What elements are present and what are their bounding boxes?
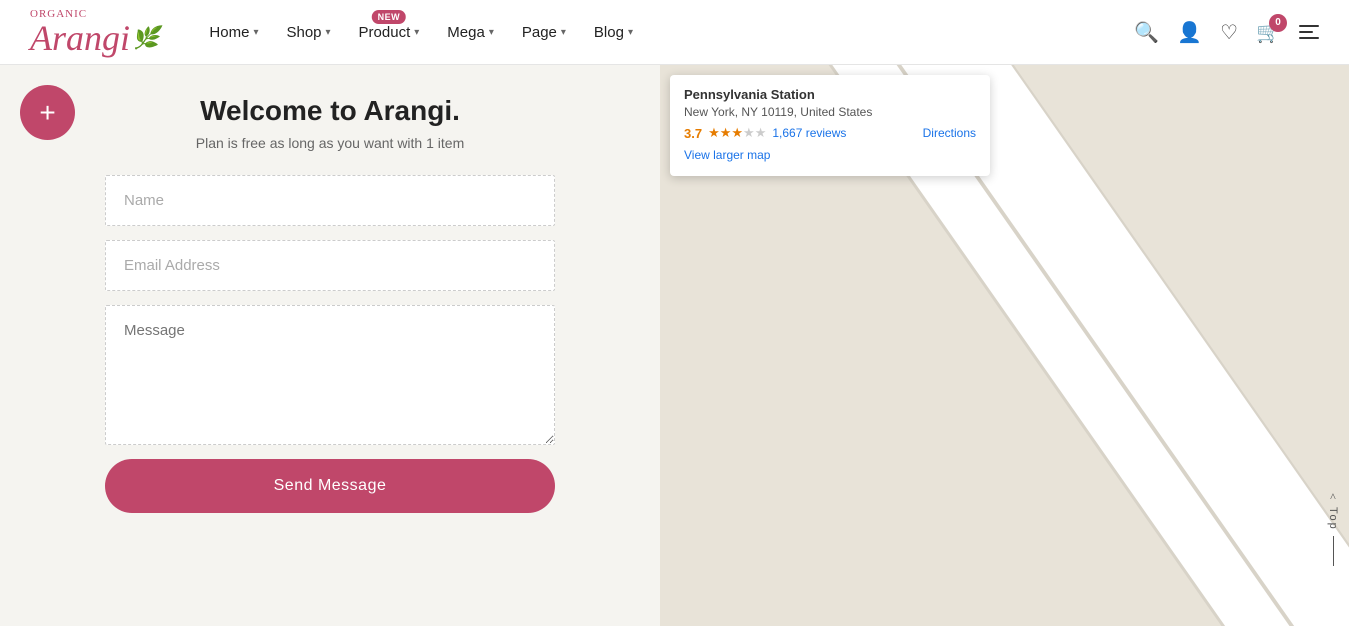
- map-place-address: New York, NY 10119, United States: [684, 105, 976, 119]
- main-content: + Welcome to Arangi. Plan is free as lon…: [0, 65, 1349, 626]
- nav-page[interactable]: Page ▾: [522, 24, 566, 41]
- reviews-count[interactable]: 1,667 reviews: [772, 126, 846, 140]
- nav-product[interactable]: NEW Product ▾: [359, 24, 420, 41]
- cart-icon-wrap[interactable]: 🛒 0: [1256, 20, 1281, 45]
- map-info-card: Pennsylvania Station New York, NY 10119,…: [670, 75, 990, 176]
- hamburger-menu[interactable]: [1299, 25, 1319, 39]
- left-panel: + Welcome to Arangi. Plan is free as lon…: [0, 65, 660, 626]
- email-input[interactable]: [105, 240, 555, 291]
- map-panel: 6t 6th Ave 6th Ave ↗ ↗ Pennsylvania Stat…: [660, 65, 1349, 626]
- logo-leaf-icon: 🌿: [132, 27, 159, 49]
- main-nav: Home ▾ Shop ▾ NEW Product ▾ Mega ▾ Page …: [209, 24, 1134, 41]
- nav-blog[interactable]: Blog ▾: [594, 24, 633, 41]
- view-larger-map[interactable]: View larger map: [684, 146, 976, 164]
- name-input[interactable]: [105, 175, 555, 226]
- chevron-down-icon: ▾: [561, 27, 566, 38]
- chevron-down-icon: ▾: [253, 27, 258, 38]
- chevron-down-icon: ▾: [628, 27, 633, 38]
- plus-button[interactable]: +: [20, 85, 75, 140]
- header-icons: 🔍 👤 ♡ 🛒 0: [1134, 20, 1319, 45]
- wishlist-icon[interactable]: ♡: [1220, 20, 1238, 45]
- menu-line-2: [1299, 31, 1313, 33]
- header: organic Arangi 🌿 Home ▾ Shop ▾ NEW Produ…: [0, 0, 1349, 65]
- logo[interactable]: organic Arangi 🌿: [30, 9, 159, 56]
- send-message-button[interactable]: Send Message: [105, 459, 555, 513]
- message-textarea[interactable]: [105, 305, 555, 445]
- welcome-subtitle: Plan is free as long as you want with 1 …: [196, 135, 464, 151]
- scroll-line: [1333, 536, 1334, 566]
- logo-name: Arangi 🌿: [30, 20, 159, 56]
- chevron-up-icon: ^: [1330, 490, 1336, 505]
- stars-icon: ★★★★★: [708, 125, 766, 141]
- map-container: 6t 6th Ave 6th Ave ↗ ↗ Pennsylvania Stat…: [660, 65, 1349, 626]
- chevron-down-icon: ▾: [489, 27, 494, 38]
- welcome-title: Welcome to Arangi.: [200, 95, 460, 127]
- cart-badge: 0: [1269, 14, 1287, 32]
- map-place-title: Pennsylvania Station: [684, 87, 976, 102]
- nav-shop[interactable]: Shop ▾: [286, 24, 330, 41]
- nav-home[interactable]: Home ▾: [209, 24, 258, 41]
- rating-value: 3.7: [684, 126, 702, 141]
- chevron-down-icon: ▾: [414, 27, 419, 38]
- map-info-row: 3.7 ★★★★★ 1,667 reviews Directions: [684, 125, 976, 141]
- map-rating: 3.7 ★★★★★ 1,667 reviews: [684, 125, 846, 141]
- scroll-top-label: Top: [1327, 507, 1339, 531]
- scroll-to-top[interactable]: ^ Top: [1327, 490, 1339, 566]
- search-icon[interactable]: 🔍: [1134, 20, 1159, 45]
- chevron-down-icon: ▾: [326, 27, 331, 38]
- user-icon[interactable]: 👤: [1177, 20, 1202, 45]
- nav-mega[interactable]: Mega ▾: [447, 24, 494, 41]
- menu-line-1: [1299, 25, 1319, 27]
- contact-form: Send Message: [105, 175, 555, 513]
- directions-button[interactable]: Directions: [923, 126, 976, 140]
- menu-line-3: [1299, 37, 1319, 39]
- new-badge: NEW: [372, 10, 407, 24]
